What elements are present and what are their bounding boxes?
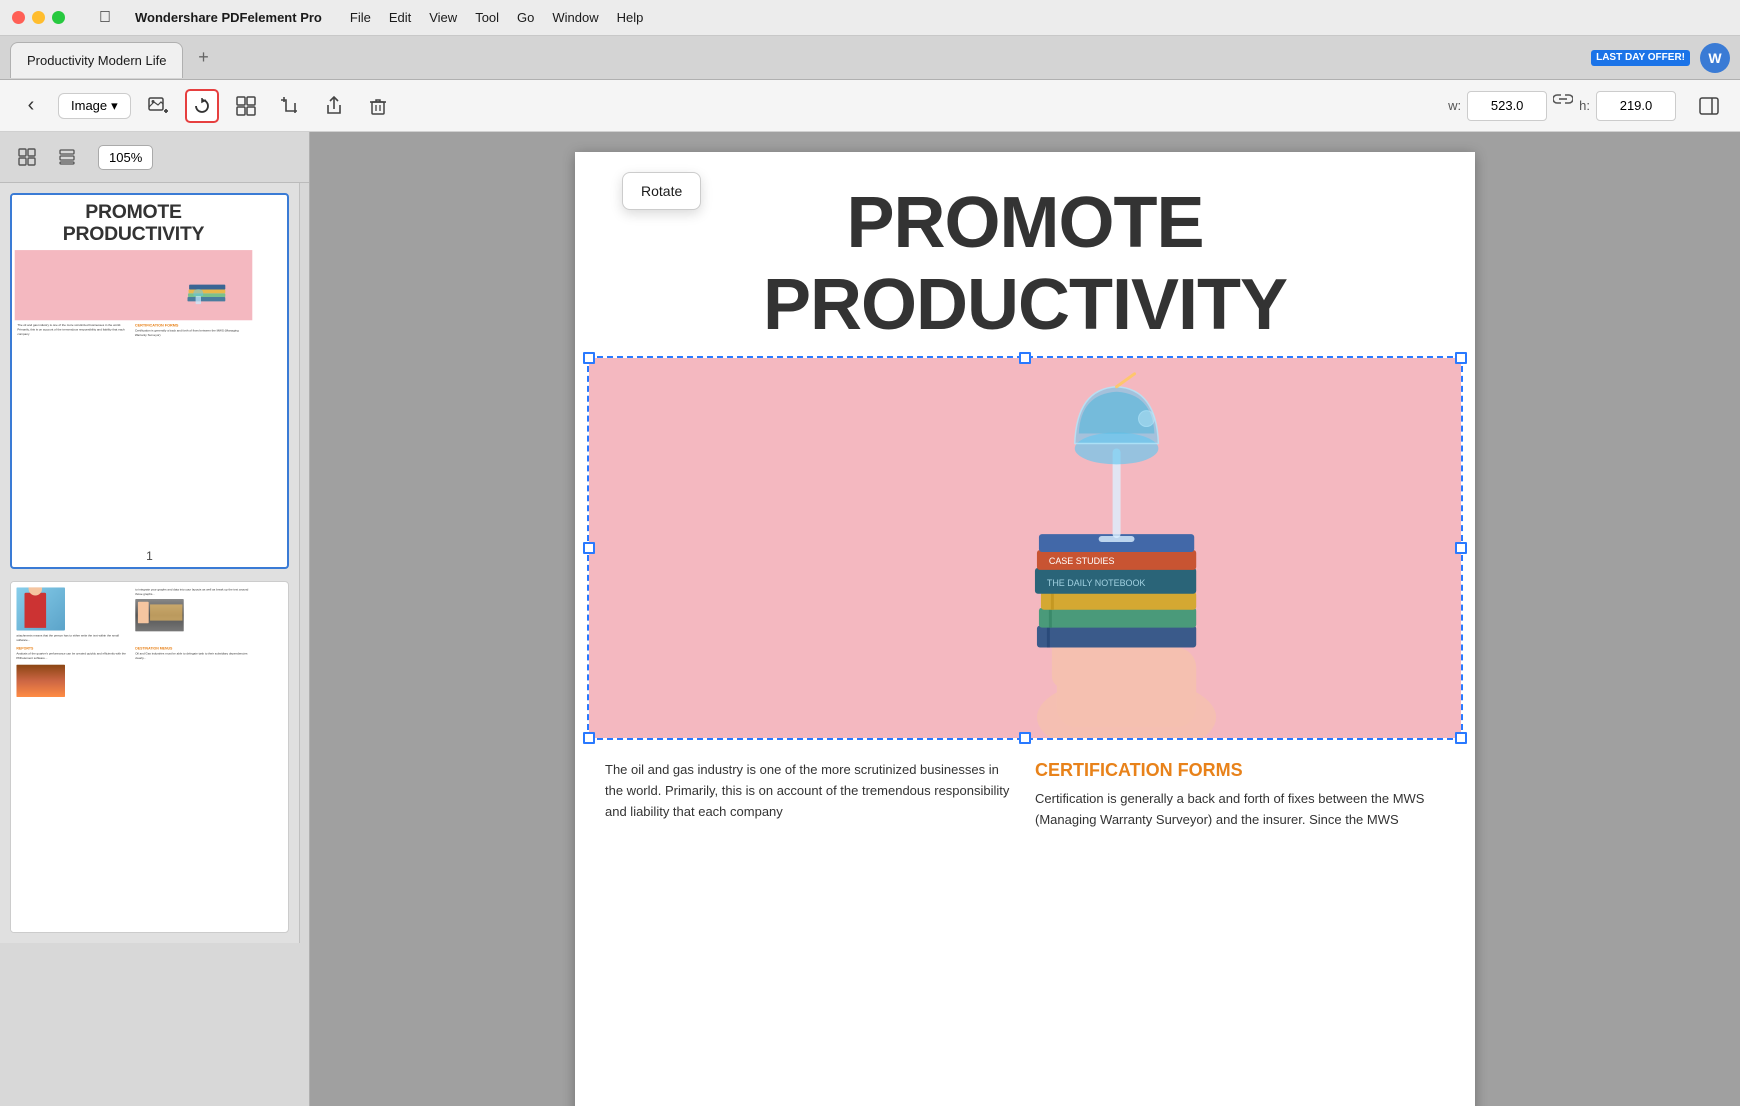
image-dropdown-label: Image — [71, 98, 107, 113]
last-day-badge[interactable]: LAST DAY OFFER! — [1591, 50, 1690, 66]
trash-icon — [367, 95, 389, 117]
resize-handle-tr[interactable] — [1455, 352, 1467, 364]
maximize-button[interactable] — [52, 11, 65, 24]
new-tab-button[interactable]: + — [189, 44, 217, 72]
share-button[interactable] — [317, 89, 351, 123]
page-1-number: 1 — [12, 545, 287, 567]
cert-text: Certification is generally a back and fo… — [1035, 789, 1445, 831]
pdf-page: PROMOTE PRODUCTIVITY — [575, 152, 1475, 1106]
window-controls — [12, 11, 65, 24]
resize-handle-tc[interactable] — [1019, 352, 1031, 364]
menu-help[interactable]: Help — [617, 10, 644, 25]
panel-toggle-button[interactable] — [1692, 89, 1726, 123]
menu-tool[interactable]: Tool — [475, 10, 499, 25]
link-icon — [1553, 93, 1573, 118]
cert-title: CERTIFICATION FORMS — [1035, 760, 1445, 781]
thumbnail-1[interactable]: PROMOTE PRODUCTIVITY — [10, 193, 289, 569]
menu-file[interactable]: File — [350, 10, 371, 25]
back-arrow-icon: ‹ — [28, 94, 35, 117]
width-label: w: — [1448, 98, 1461, 113]
minimize-button[interactable] — [32, 11, 45, 24]
grid-view-icon — [18, 148, 36, 166]
menubar:  Wondershare PDFelement Pro File Edit V… — [0, 0, 1740, 36]
sidebar: PROMOTE PRODUCTIVITY — [0, 183, 300, 943]
menu-view[interactable]: View — [429, 10, 457, 25]
tab-title: Productivity Modern Life — [27, 53, 166, 68]
close-button[interactable] — [12, 11, 25, 24]
rotate-button[interactable] — [185, 89, 219, 123]
add-image-icon — [147, 95, 169, 117]
resize-handle-tl[interactable] — [583, 352, 595, 364]
pdf-body: The oil and gas industry is one of the m… — [575, 740, 1475, 851]
chevron-down-icon: ▾ — [111, 98, 118, 114]
panel-icon — [1698, 95, 1720, 117]
pdf-title: PROMOTE PRODUCTIVITY — [575, 152, 1475, 356]
active-tab[interactable]: Productivity Modern Life — [10, 42, 183, 78]
scroll-view-icon — [58, 148, 76, 166]
zoom-value: 105% — [109, 150, 142, 165]
menu-edit[interactable]: Edit — [389, 10, 411, 25]
book-glass-illustration: THE DAILY NOTEBOOK CASE STUDIES — [589, 358, 1461, 738]
add-image-button[interactable] — [141, 89, 175, 123]
width-input[interactable] — [1467, 91, 1547, 121]
image-dropdown[interactable]: Image ▾ — [58, 93, 131, 119]
crop-icon — [279, 95, 301, 117]
app-name: Wondershare PDFelement Pro — [135, 10, 322, 25]
svg-text:THE DAILY NOTEBOOK: THE DAILY NOTEBOOK — [1047, 578, 1146, 588]
thumbnail-2[interactable]: attachments means that the person has to… — [10, 581, 289, 933]
height-input[interactable] — [1596, 91, 1676, 121]
last-day-text: LAST DAY OFFER! — [1596, 52, 1685, 64]
rotate-icon — [192, 96, 212, 116]
rotate-tooltip-text: Rotate — [641, 183, 682, 199]
tab-right-icons: LAST DAY OFFER! W — [1591, 43, 1730, 73]
body-left-text: The oil and gas industry is one of the m… — [605, 760, 1015, 831]
avatar[interactable]: W — [1700, 43, 1730, 73]
resize-handle-mr[interactable] — [1455, 542, 1467, 554]
resize-handle-br[interactable] — [1455, 732, 1467, 744]
rotate-tooltip: Rotate — [622, 172, 701, 210]
grid-button[interactable] — [229, 89, 263, 123]
grid-icon — [235, 95, 257, 117]
resize-handle-bl[interactable] — [583, 732, 595, 744]
crop-button[interactable] — [273, 89, 307, 123]
apple-icon[interactable]:  — [99, 9, 111, 27]
tabbar: Productivity Modern Life + LAST DAY OFFE… — [0, 36, 1740, 80]
zoom-display[interactable]: 105% — [98, 145, 153, 170]
image-content: THE DAILY NOTEBOOK CASE STUDIES — [589, 358, 1461, 738]
delete-button[interactable] — [361, 89, 395, 123]
scroll-view-button[interactable] — [50, 140, 84, 174]
toolbar: ‹ Image ▾ Rotate — [0, 80, 1740, 132]
resize-handle-ml[interactable] — [583, 542, 595, 554]
share-icon — [323, 95, 345, 117]
certification-section: CERTIFICATION FORMS Certification is gen… — [1035, 760, 1445, 831]
dimensions-inputs: w: h: — [1448, 89, 1726, 123]
menu-window[interactable]: Window — [552, 10, 598, 25]
height-label: h: — [1579, 98, 1590, 113]
menu-go[interactable]: Go — [517, 10, 534, 25]
back-button[interactable]: ‹ — [14, 89, 48, 123]
svg-text:CASE STUDIES: CASE STUDIES — [1049, 556, 1115, 566]
body-left-paragraph: The oil and gas industry is one of the m… — [605, 760, 1015, 822]
selected-image[interactable]: THE DAILY NOTEBOOK CASE STUDIES — [587, 356, 1463, 740]
main-area: 105% PROMOTE PRODUCTIVITY — [0, 132, 1740, 1106]
menu-items: File Edit View Tool Go Window Help — [350, 10, 644, 25]
pdf-content-area[interactable]: PROMOTE PRODUCTIVITY — [310, 132, 1740, 1106]
grid-view-button[interactable] — [10, 140, 44, 174]
resize-handle-bc[interactable] — [1019, 732, 1031, 744]
